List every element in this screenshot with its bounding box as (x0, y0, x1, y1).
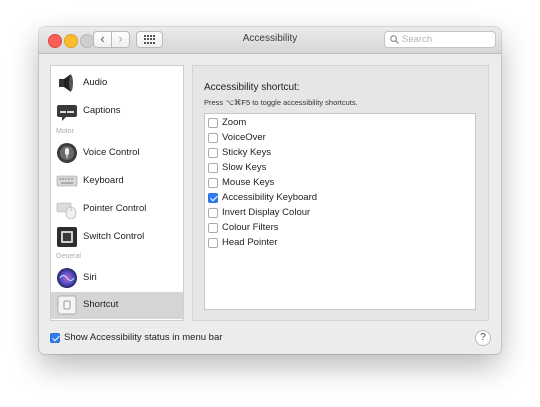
sidebar-item-label: Shortcut (83, 299, 119, 310)
option-zoom[interactable]: Zoom (208, 116, 468, 130)
sidebar-item-label: Captions (83, 105, 121, 116)
option-head-pointer[interactable]: Head Pointer (208, 236, 468, 250)
option-accessibility-keyboard[interactable]: Accessibility Keyboard (208, 191, 468, 205)
option-label: VoiceOver (222, 132, 266, 143)
sidebar-item-label: Audio (83, 77, 108, 88)
checkbox[interactable] (208, 118, 218, 128)
option-invert-display-colour[interactable]: Invert Display Colour (208, 206, 468, 220)
option-colour-filters[interactable]: Colour Filters (208, 221, 468, 235)
show-status-in-menu-bar[interactable]: Show Accessibility status in menu bar (50, 332, 250, 346)
checkbox-checked[interactable] (50, 333, 60, 343)
checkbox[interactable] (208, 148, 218, 158)
sidebar-item-voice-control[interactable]: Voice Control (51, 140, 183, 167)
help-button[interactable]: ? (475, 330, 491, 346)
checkbox[interactable] (208, 208, 218, 218)
sidebar-item-shortcut[interactable]: Shortcut (51, 292, 183, 319)
checkbox[interactable] (208, 133, 218, 143)
sidebar-item-keyboard[interactable]: Keyboard (51, 168, 183, 195)
siri-icon (57, 268, 77, 288)
sidebar-item-label: Siri (83, 272, 97, 283)
show-status-label: Show Accessibility status in menu bar (64, 332, 223, 343)
sidebar-item-captions[interactable]: Captions (51, 98, 183, 125)
sidebar-item-label: Pointer Control (83, 203, 147, 214)
switch-control-icon (57, 227, 77, 247)
shortcut-icon (57, 295, 77, 315)
search-input[interactable] (402, 33, 492, 46)
pane-heading: Accessibility shortcut: (204, 82, 300, 93)
accessibility-window: ‹ › Accessibility Audio (39, 27, 501, 354)
captions-icon (57, 105, 77, 121)
sidebar-item-label: Keyboard (83, 175, 124, 186)
option-label: Zoom (222, 117, 247, 128)
shortcut-pane: Accessibility shortcut: Press ⌥⌘F5 to to… (192, 65, 489, 321)
option-label: Slow Keys (222, 162, 267, 173)
sidebar: Audio Captions Motor Voice Control Keybo… (50, 65, 184, 321)
search-icon (390, 35, 399, 44)
option-label: Colour Filters (222, 222, 279, 233)
title-bar: ‹ › Accessibility (39, 27, 501, 54)
checkbox[interactable] (208, 223, 218, 233)
option-mouse-keys[interactable]: Mouse Keys (208, 176, 468, 190)
section-label-general: General (56, 253, 81, 260)
option-voiceover[interactable]: VoiceOver (208, 131, 468, 145)
checkbox[interactable] (208, 163, 218, 173)
search-field[interactable] (384, 31, 496, 48)
option-slow-keys[interactable]: Slow Keys (208, 161, 468, 175)
pointer-control-icon (56, 202, 77, 220)
sidebar-item-switch-control[interactable]: Switch Control (51, 224, 183, 251)
sidebar-item-audio[interactable]: Audio (51, 70, 183, 97)
checkbox[interactable] (208, 238, 218, 248)
option-label: Invert Display Colour (222, 207, 311, 218)
sidebar-item-pointer-control[interactable]: Pointer Control (51, 196, 183, 223)
option-sticky-keys[interactable]: Sticky Keys (208, 146, 468, 160)
shortcut-options-list: Zoom VoiceOver Sticky Keys Slow Keys Mou… (204, 113, 476, 310)
voice-control-icon (57, 143, 77, 163)
checkbox[interactable] (208, 178, 218, 188)
checkbox-checked[interactable] (208, 193, 218, 203)
sidebar-item-siri[interactable]: Siri (51, 265, 183, 292)
option-label: Accessibility Keyboard (222, 192, 318, 203)
option-label: Mouse Keys (222, 177, 275, 188)
speaker-icon (59, 74, 73, 92)
pane-subheading: Press ⌥⌘F5 to toggle accessibility short… (204, 98, 358, 107)
sidebar-item-label: Switch Control (83, 231, 145, 242)
section-label-motor: Motor (56, 128, 74, 135)
sidebar-item-label: Voice Control (83, 147, 140, 158)
option-label: Head Pointer (222, 237, 278, 248)
keyboard-icon (56, 175, 78, 187)
option-label: Sticky Keys (222, 147, 272, 158)
